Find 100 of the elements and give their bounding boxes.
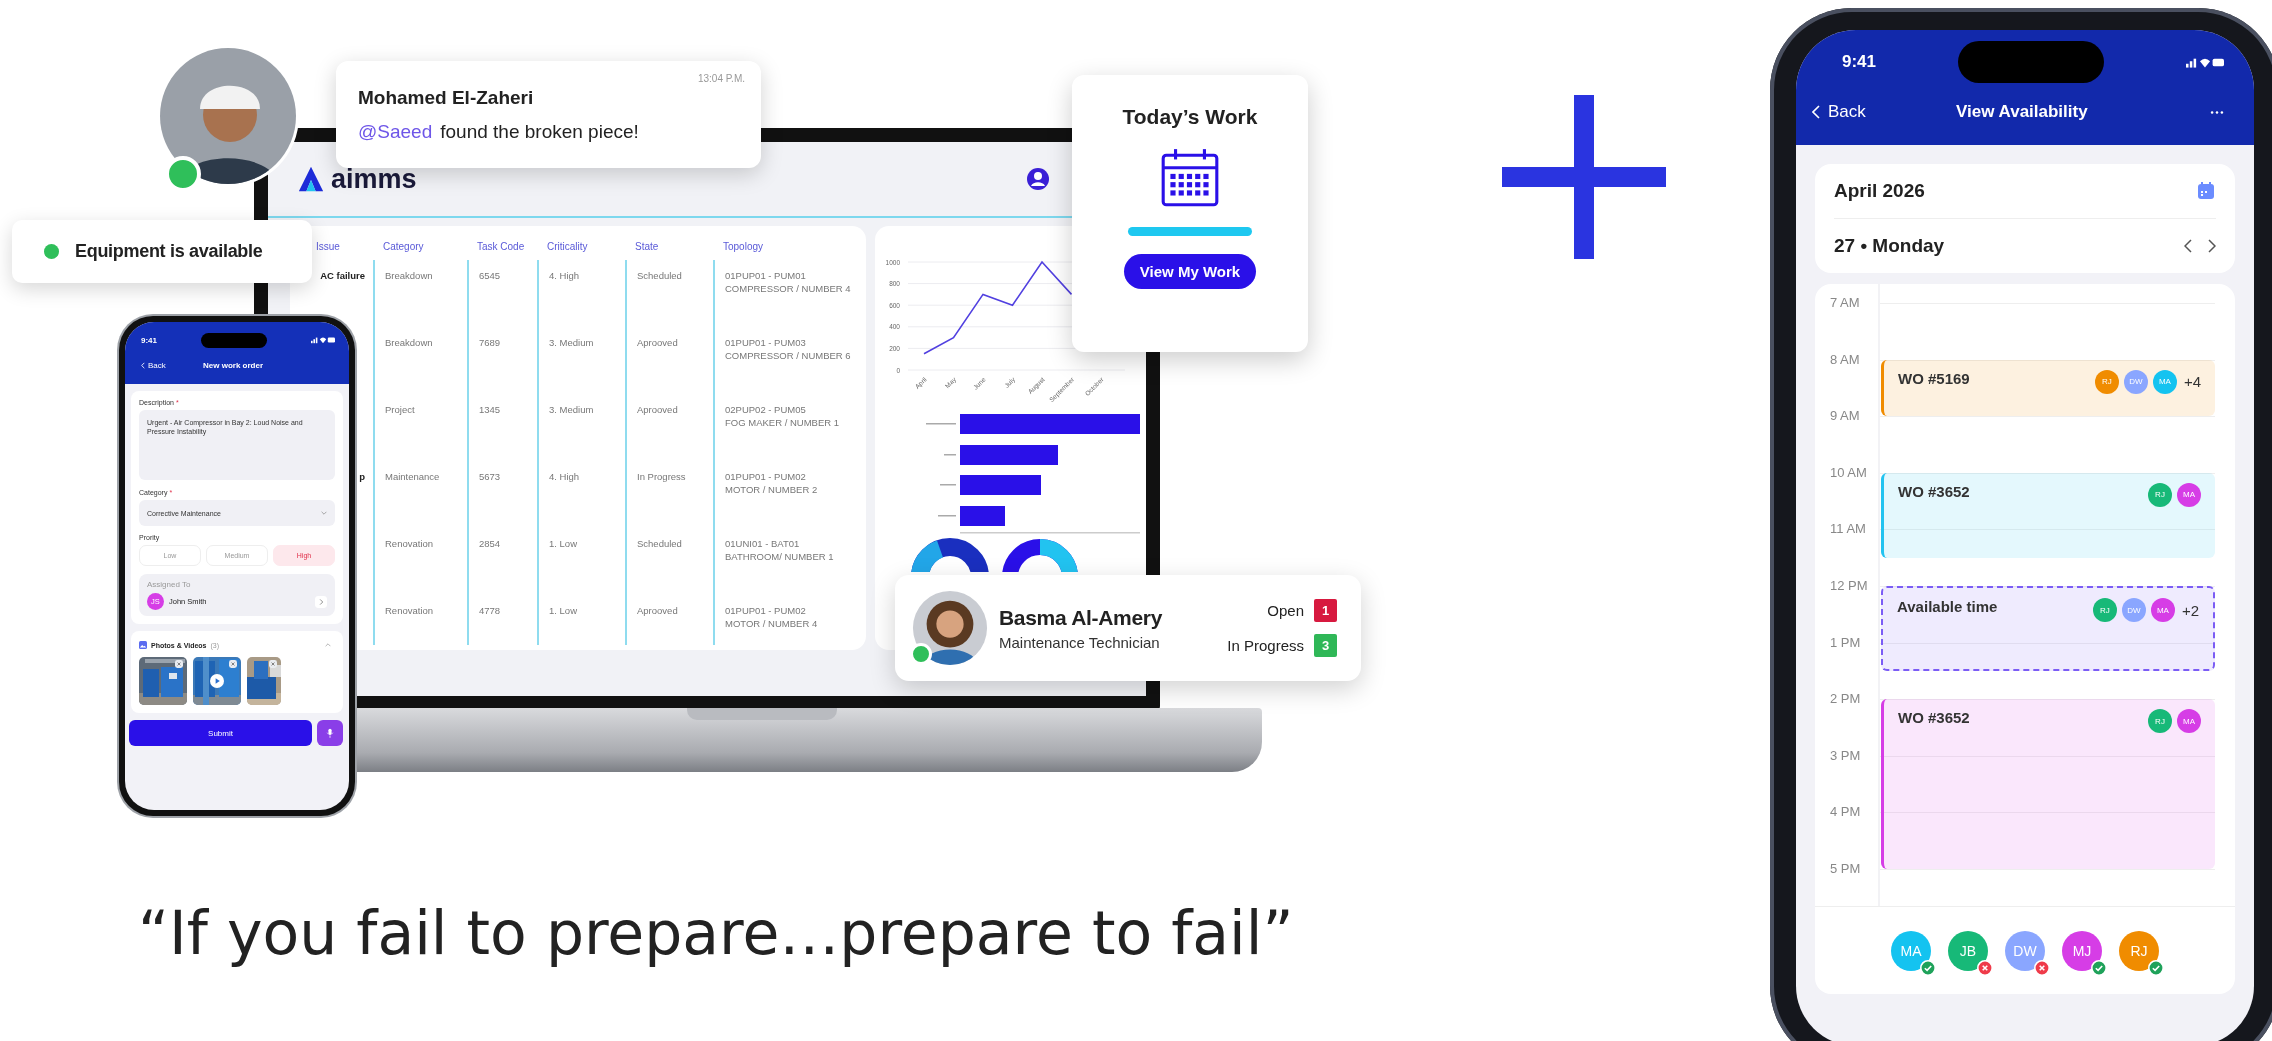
avatar: MA bbox=[2177, 482, 2201, 507]
table-cell: Maintenance bbox=[385, 471, 440, 482]
table-cell: 6545 bbox=[479, 270, 501, 281]
camera-notch bbox=[201, 332, 267, 348]
day-label: 27 • Monday bbox=[1834, 235, 1945, 257]
table-cell: Scheduled bbox=[637, 538, 682, 549]
status-text: Equipment is available bbox=[75, 241, 263, 262]
table-cell: 3. Medium bbox=[549, 337, 594, 348]
quote-text: “If you fail to prepare…prepare to fail” bbox=[138, 898, 1294, 968]
table-cell: 01PUP01 - PUM03 COMPRESSOR / NUMBER 6 bbox=[725, 337, 851, 361]
back-icon bbox=[141, 361, 145, 369]
sender-name: Mohamed El-Zaheri bbox=[358, 87, 535, 109]
person-name: Basma Al-Amery bbox=[999, 605, 1164, 630]
play-icon[interactable] bbox=[210, 674, 224, 688]
status-dot bbox=[44, 244, 59, 259]
table-cell: 01PUP01 - PUM02 MOTOR / NUMBER 2 bbox=[725, 471, 818, 495]
work-order-event[interactable]: WO #3652 RJ MA bbox=[1881, 699, 2215, 869]
avatar: DW bbox=[2121, 598, 2146, 622]
dropdown-icon bbox=[321, 511, 327, 515]
status-time: 9:41 bbox=[1842, 52, 1877, 72]
table-cell: Breakdown bbox=[385, 270, 433, 281]
message-time: 13:04 P.M. bbox=[697, 73, 745, 84]
table-cell: 7689 bbox=[479, 337, 501, 348]
logo-text: aimms bbox=[331, 163, 417, 195]
close-icon[interactable] bbox=[229, 660, 237, 668]
table-cell: 01PUP01 - PUM01 COMPRESSOR / NUMBER 4 bbox=[725, 270, 851, 294]
hour-label: 10 AM bbox=[1830, 464, 1867, 480]
event-title: Available time bbox=[1897, 598, 1998, 615]
table-cell: 4. High bbox=[549, 471, 580, 482]
logo-icon bbox=[297, 165, 325, 193]
table-cell: 4778 bbox=[479, 605, 501, 616]
count-badge: 1 bbox=[1314, 599, 1337, 622]
label-mark bbox=[940, 484, 956, 486]
hour-label: 9 AM bbox=[1830, 408, 1860, 424]
month-label: April 2026 bbox=[1834, 180, 1925, 202]
microphone-button[interactable] bbox=[317, 720, 343, 746]
screen-title: New work order bbox=[203, 360, 263, 370]
status-label: Open bbox=[1267, 602, 1304, 619]
table-cell: 5673 bbox=[479, 471, 501, 482]
table-cell: Renovation bbox=[385, 605, 434, 616]
close-icon[interactable] bbox=[175, 660, 183, 668]
avatar: MA bbox=[2177, 709, 2201, 734]
table-cell: Aprooved bbox=[637, 605, 678, 616]
event-title: WO #3652 bbox=[1898, 709, 1970, 727]
table-cell: 4. High bbox=[549, 270, 580, 281]
screen-title: View Availability bbox=[1956, 102, 2088, 122]
avatar: RJ bbox=[2092, 598, 2117, 622]
label-mark bbox=[938, 515, 956, 517]
count-badge: 3 bbox=[1314, 634, 1337, 657]
previous-icon[interactable] bbox=[2184, 239, 2192, 253]
plus-icon bbox=[1502, 95, 1666, 259]
status-label: In Progress bbox=[1227, 637, 1304, 654]
table-cell: Breakdown bbox=[385, 337, 433, 348]
table-cell: Project bbox=[385, 404, 415, 415]
avatar: RJ bbox=[2148, 709, 2172, 734]
mention-link[interactable]: @Saeed bbox=[358, 121, 433, 143]
avatar: DW bbox=[2123, 369, 2148, 394]
more-icon[interactable] bbox=[2210, 109, 2224, 115]
hour-label: 2 PM bbox=[1830, 691, 1861, 707]
view-work-button[interactable]: View My Work bbox=[1123, 254, 1257, 289]
column-header[interactable]: Criticality bbox=[537, 240, 625, 252]
table-cell: Aprooved bbox=[637, 404, 678, 415]
calendar-icon[interactable] bbox=[2196, 181, 2216, 201]
back-button[interactable]: Back bbox=[141, 360, 166, 370]
hour-label: 8 AM bbox=[1830, 351, 1860, 367]
hour-label: 4 PM bbox=[1830, 804, 1861, 820]
hour-label: 1 PM bbox=[1830, 634, 1861, 650]
table-cell: 01UNI01 - BAT01 BATHROOM/ NUMBER 1 bbox=[725, 538, 834, 562]
hour-label: 3 PM bbox=[1830, 747, 1861, 763]
person-role: Maintenance Technician bbox=[999, 633, 1161, 651]
field-label: Assigned To bbox=[147, 580, 192, 589]
user-icon[interactable] bbox=[1026, 167, 1050, 191]
event-title: WO #5169 bbox=[1898, 369, 1970, 387]
back-button[interactable]: Back bbox=[1812, 102, 1866, 122]
table-cell: 1. Low bbox=[549, 605, 577, 616]
avatar: RJ bbox=[2148, 482, 2172, 507]
event-title: WO #3652 bbox=[1898, 482, 1970, 500]
work-order-event[interactable]: WO #3652 RJ MA bbox=[1881, 472, 2215, 558]
table-cell: In Progress bbox=[637, 471, 686, 482]
column-header[interactable]: Topology bbox=[713, 240, 863, 252]
label-mark bbox=[926, 423, 956, 425]
image-icon bbox=[139, 641, 147, 649]
avatar: MA bbox=[2150, 598, 2175, 622]
close-icon[interactable] bbox=[269, 660, 277, 668]
work-order-event[interactable]: WO #5169 RJ DW MA +4 bbox=[1881, 359, 2215, 417]
submit-button[interactable]: Submit bbox=[129, 720, 312, 746]
next-icon[interactable] bbox=[2208, 239, 2216, 253]
table-cell: AC failure bbox=[320, 270, 365, 281]
column-header[interactable]: Task Code bbox=[467, 240, 537, 252]
table-cell: Aprooved bbox=[637, 337, 678, 348]
table-cell: 2854 bbox=[479, 538, 501, 549]
column-header[interactable]: Category bbox=[373, 240, 467, 252]
hour-label: 11 AM bbox=[1830, 521, 1866, 537]
availability-slot[interactable]: Available time RJ DW MA +2 bbox=[1881, 586, 2215, 671]
card-title: Today’s Work bbox=[1122, 105, 1258, 129]
more-count: +2 bbox=[2181, 601, 2199, 619]
avatar: MA bbox=[2152, 369, 2177, 394]
column-header[interactable]: State bbox=[625, 240, 713, 252]
hour-label: 5 PM bbox=[1830, 861, 1861, 876]
message-text: found the broken piece! bbox=[440, 121, 639, 143]
